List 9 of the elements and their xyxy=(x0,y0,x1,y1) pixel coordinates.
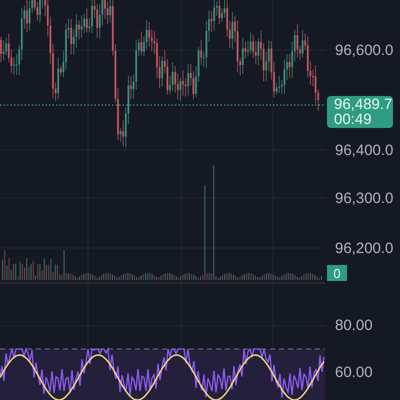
bar-countdown: 00:49 xyxy=(334,112,373,127)
volume-badge: 0 xyxy=(327,265,347,281)
price-axis-label: 96,400.0 xyxy=(335,143,394,158)
price-axis-label: 96,300.0 xyxy=(335,191,394,206)
rsi-axis-label: 80.00 xyxy=(335,318,373,333)
rsi-axis-label: 60.00 xyxy=(335,365,373,380)
price-axis-label: 96,600.0 xyxy=(335,43,394,58)
last-price: 96,489.7 xyxy=(334,97,393,112)
price-axis-label: 96,200.0 xyxy=(335,241,394,256)
